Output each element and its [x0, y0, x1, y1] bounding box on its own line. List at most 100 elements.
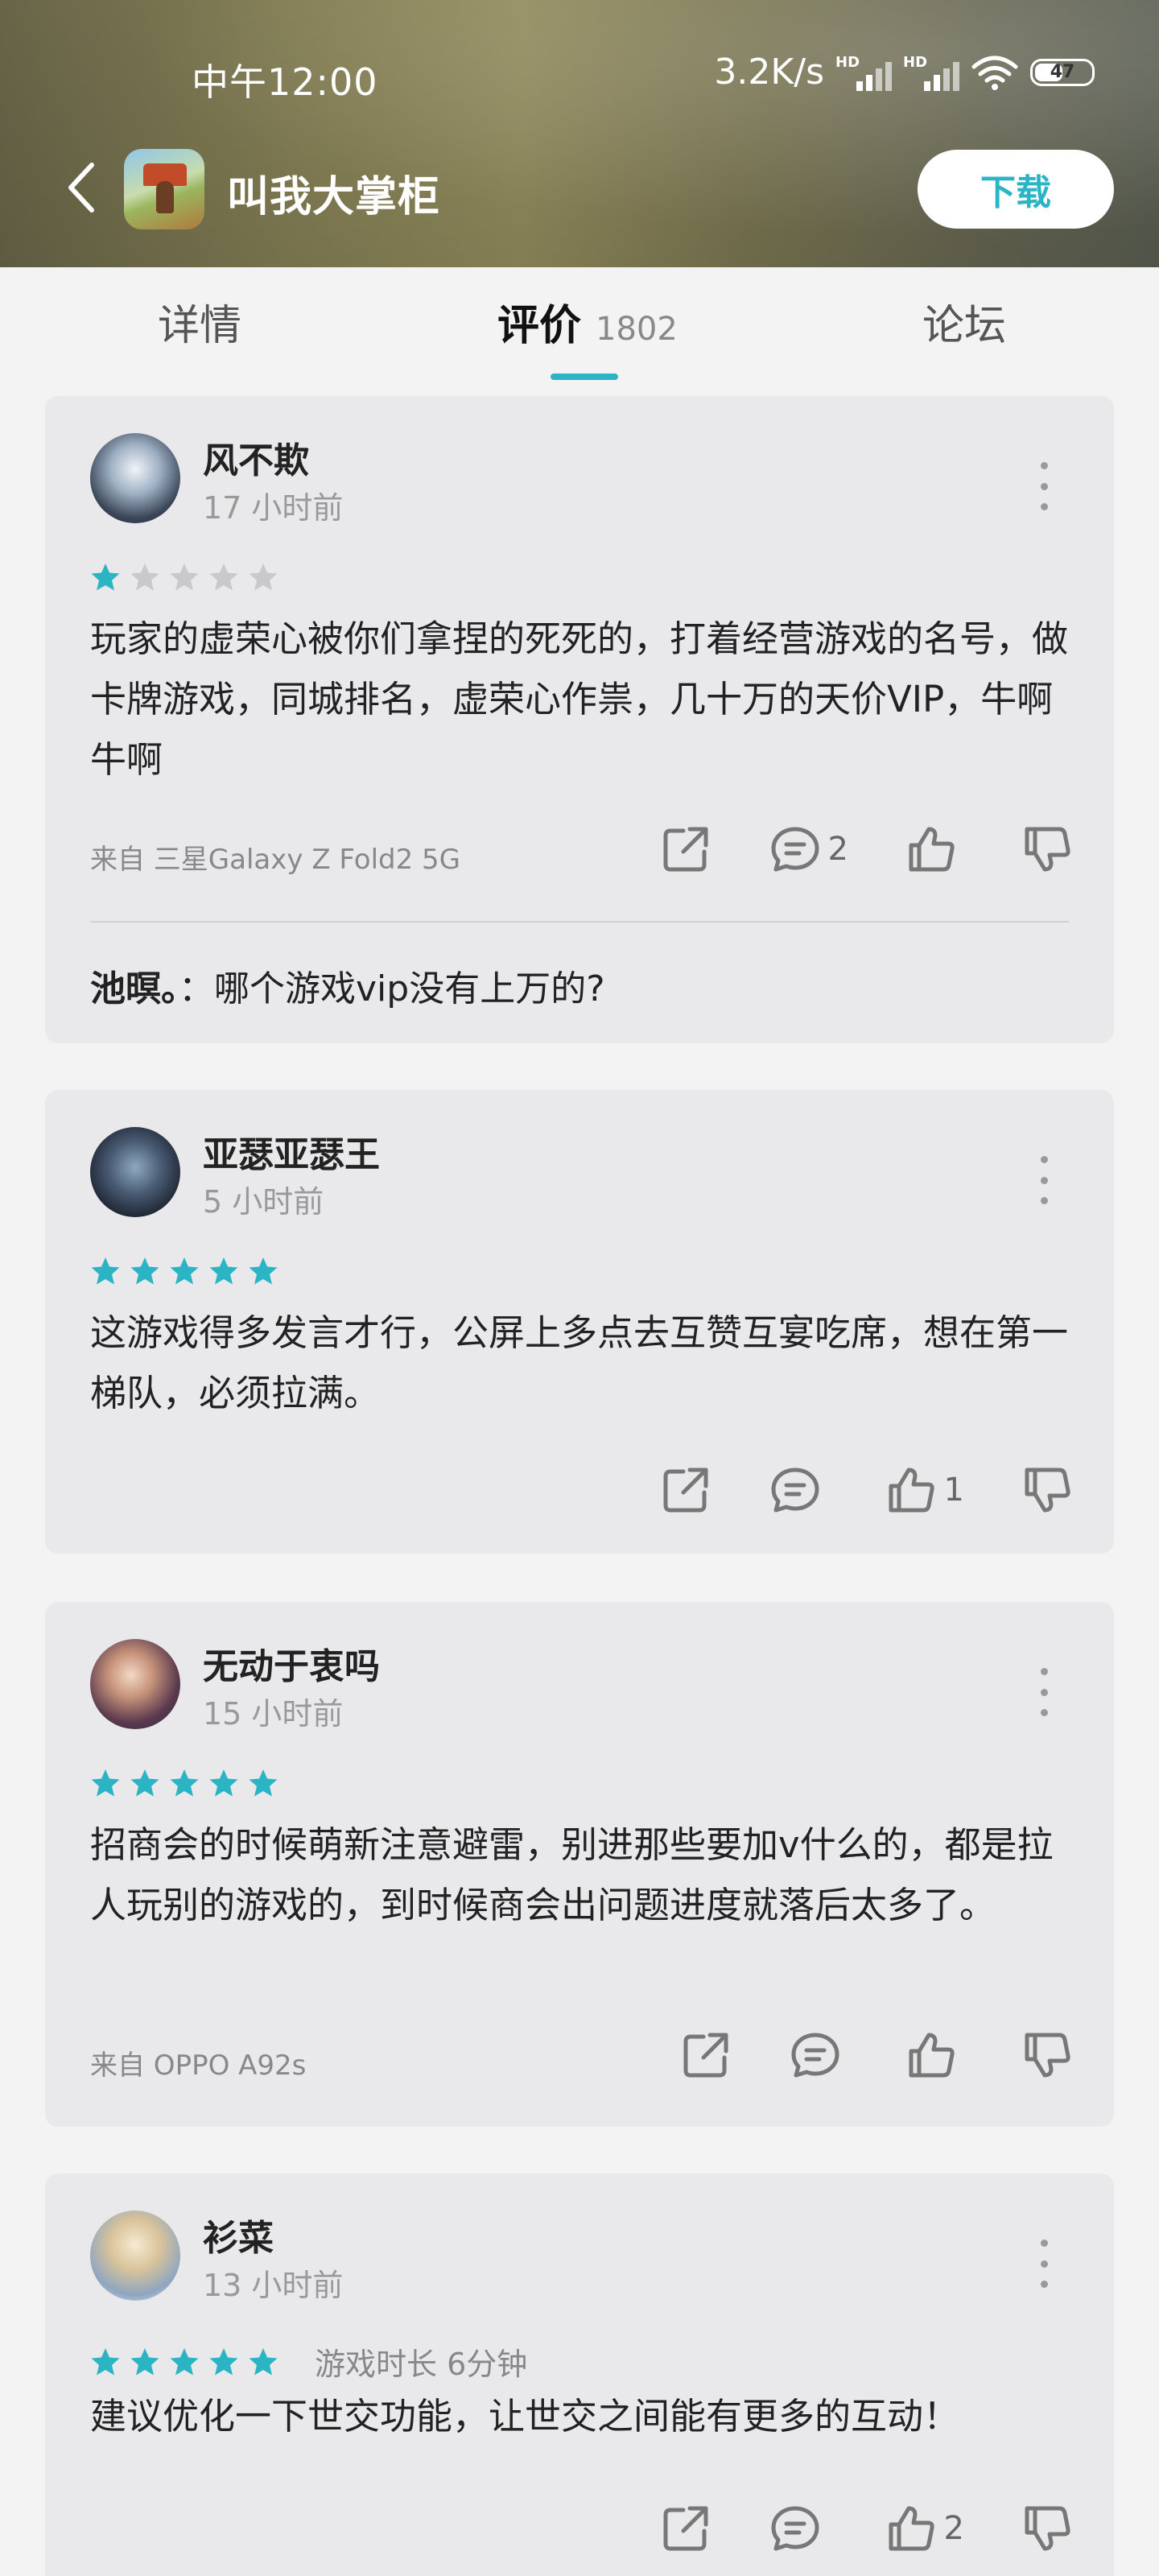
star-icon	[249, 564, 278, 591]
comment-button[interactable]	[769, 1463, 828, 1517]
dislike-button[interactable]	[1021, 2029, 1074, 2082]
reply-author: 池暝。	[90, 968, 179, 1009]
username[interactable]: 风不欺	[203, 431, 309, 483]
thumbs-up-icon	[885, 1463, 938, 1517]
share-button[interactable]	[659, 2502, 712, 2555]
signal-icon: HD	[835, 54, 892, 91]
like-button[interactable]: 2	[885, 2502, 964, 2555]
review-text[interactable]: 玩家的虚荣心被你们拿捏的死死的，打着经营游戏的名号，做卡牌游戏，同城排名，虚荣心…	[90, 609, 1088, 790]
share-button[interactable]	[659, 823, 712, 876]
rating-stars	[90, 1768, 278, 1798]
status-bar: 中午12:00 3.2K/s HD HD 47	[0, 0, 1159, 153]
review-text[interactable]: 这游戏得多发言才行，公屏上多点去互赞互宴吃席，想在第一梯队，必须拉满。	[90, 1302, 1088, 1423]
thumbs-up-icon	[885, 2502, 938, 2555]
star-icon	[170, 564, 199, 591]
thumbs-down-icon	[1021, 1463, 1074, 1517]
star-icon	[91, 2347, 120, 2375]
reviews-count: 1802	[596, 311, 678, 348]
comment-icon	[789, 2029, 842, 2082]
star-icon	[170, 1769, 199, 1797]
review-card: 风不欺 17 小时前 玩家的虚荣心被你们拿捏的死死的，打着经营游戏的名号，做卡牌…	[45, 396, 1114, 1043]
device-label: 来自 三星Galaxy Z Fold2 5G	[90, 844, 461, 876]
share-icon	[659, 2502, 712, 2555]
reply-preview[interactable]: 池暝。：哪个游戏vip没有上万的?	[90, 960, 605, 1011]
tab-forum[interactable]: 论坛	[922, 291, 1006, 352]
thumbs-down-icon	[1021, 2502, 1074, 2555]
tab-details[interactable]: 详情	[158, 291, 241, 352]
download-button[interactable]: 下载	[918, 150, 1114, 229]
chevron-left-icon	[68, 163, 94, 213]
rating-stars	[90, 1256, 278, 1286]
like-button[interactable]: 1	[885, 1463, 964, 1517]
avatar[interactable]	[90, 1127, 180, 1217]
battery-level: 47	[1050, 62, 1075, 82]
tab-reviews[interactable]: 评价 1802	[497, 291, 678, 352]
back-button[interactable]	[58, 159, 106, 216]
comment-icon	[769, 2502, 822, 2555]
dislike-button[interactable]	[1021, 1463, 1074, 1517]
comment-button[interactable]: 2	[769, 823, 848, 876]
avatar[interactable]	[90, 1639, 180, 1729]
like-button[interactable]	[905, 2029, 964, 2082]
app-header: 中午12:00 3.2K/s HD HD 47 叫我大掌柜 下载	[0, 0, 1159, 267]
avatar[interactable]	[90, 2211, 180, 2301]
tab-reviews-label: 评价	[497, 302, 582, 350]
star-icon	[209, 564, 238, 591]
review-card: 无动于衷吗 15 小时前 招商会的时候萌新注意避雷，别进那些要加v什么的，都是拉…	[45, 1602, 1114, 2127]
share-icon	[679, 2029, 732, 2082]
review-time: 17 小时前	[203, 490, 344, 526]
comment-button[interactable]	[789, 2029, 848, 2082]
like-count: 2	[943, 2510, 964, 2547]
username[interactable]: 无动于衷吗	[203, 1637, 380, 1689]
share-icon	[659, 823, 712, 876]
thumbs-down-icon	[1021, 2029, 1074, 2082]
playtime-label: 游戏时长 6分钟	[315, 2347, 528, 2382]
battery-icon: 47	[1030, 58, 1095, 86]
share-button[interactable]	[659, 1463, 712, 1517]
avatar[interactable]	[90, 433, 180, 523]
star-icon	[249, 2347, 278, 2375]
status-indicators: 3.2K/s HD HD 47	[714, 52, 1095, 93]
like-button[interactable]	[905, 823, 964, 876]
share-button[interactable]	[679, 2029, 732, 2082]
share-icon	[659, 1463, 712, 1517]
more-options-icon[interactable]	[1038, 1668, 1050, 1716]
review-text[interactable]: 招商会的时候萌新注意避雷，别进那些要加v什么的，都是拉人玩别的游戏的，到时候商会…	[90, 1814, 1088, 1935]
star-icon	[170, 1257, 199, 1285]
reply-text: ：哪个游戏vip没有上万的?	[179, 968, 605, 1009]
comment-count: 2	[827, 831, 848, 868]
review-text[interactable]: 建议优化一下世交功能，让世交之间能有更多的互动！	[90, 2386, 1088, 2446]
star-icon	[130, 1769, 159, 1797]
dislike-button[interactable]	[1021, 2502, 1074, 2555]
review-actions: 2	[603, 2499, 1074, 2558]
star-icon	[209, 1257, 238, 1285]
username[interactable]: 亚瑟亚瑟王	[203, 1125, 380, 1177]
status-time: 中午12:00	[192, 60, 378, 104]
app-icon[interactable]	[124, 149, 204, 229]
tab-indicator	[551, 374, 618, 380]
device-label: 来自 OPPO A92s	[90, 2050, 307, 2082]
more-options-icon[interactable]	[1038, 1156, 1050, 1204]
review-actions	[623, 2025, 1074, 2085]
more-options-icon[interactable]	[1038, 462, 1050, 510]
review-time: 5 小时前	[203, 1184, 324, 1220]
star-icon	[91, 1257, 120, 1285]
review-time: 15 小时前	[203, 1696, 344, 1732]
review-time: 13 小时前	[203, 2268, 344, 2303]
review-card: 亚瑟亚瑟王 5 小时前 这游戏得多发言才行，公屏上多点去互赞互宴吃席，想在第一梯…	[45, 1090, 1114, 1554]
username[interactable]: 衫菜	[203, 2209, 274, 2260]
thumbs-up-icon	[905, 823, 958, 876]
comment-button[interactable]	[769, 2502, 828, 2555]
dislike-button[interactable]	[1021, 823, 1074, 876]
more-options-icon[interactable]	[1038, 2240, 1050, 2288]
review-actions: 2	[603, 819, 1074, 879]
comment-icon	[769, 1463, 822, 1517]
star-icon	[249, 1769, 278, 1797]
thumbs-down-icon	[1021, 823, 1074, 876]
app-title: 叫我大掌柜	[227, 173, 441, 221]
star-icon	[91, 564, 120, 591]
rating-stars: 游戏时长 6分钟	[90, 2339, 527, 2384]
star-icon	[91, 1769, 120, 1797]
signal-icon: HD	[903, 54, 959, 91]
star-icon	[209, 2347, 238, 2375]
